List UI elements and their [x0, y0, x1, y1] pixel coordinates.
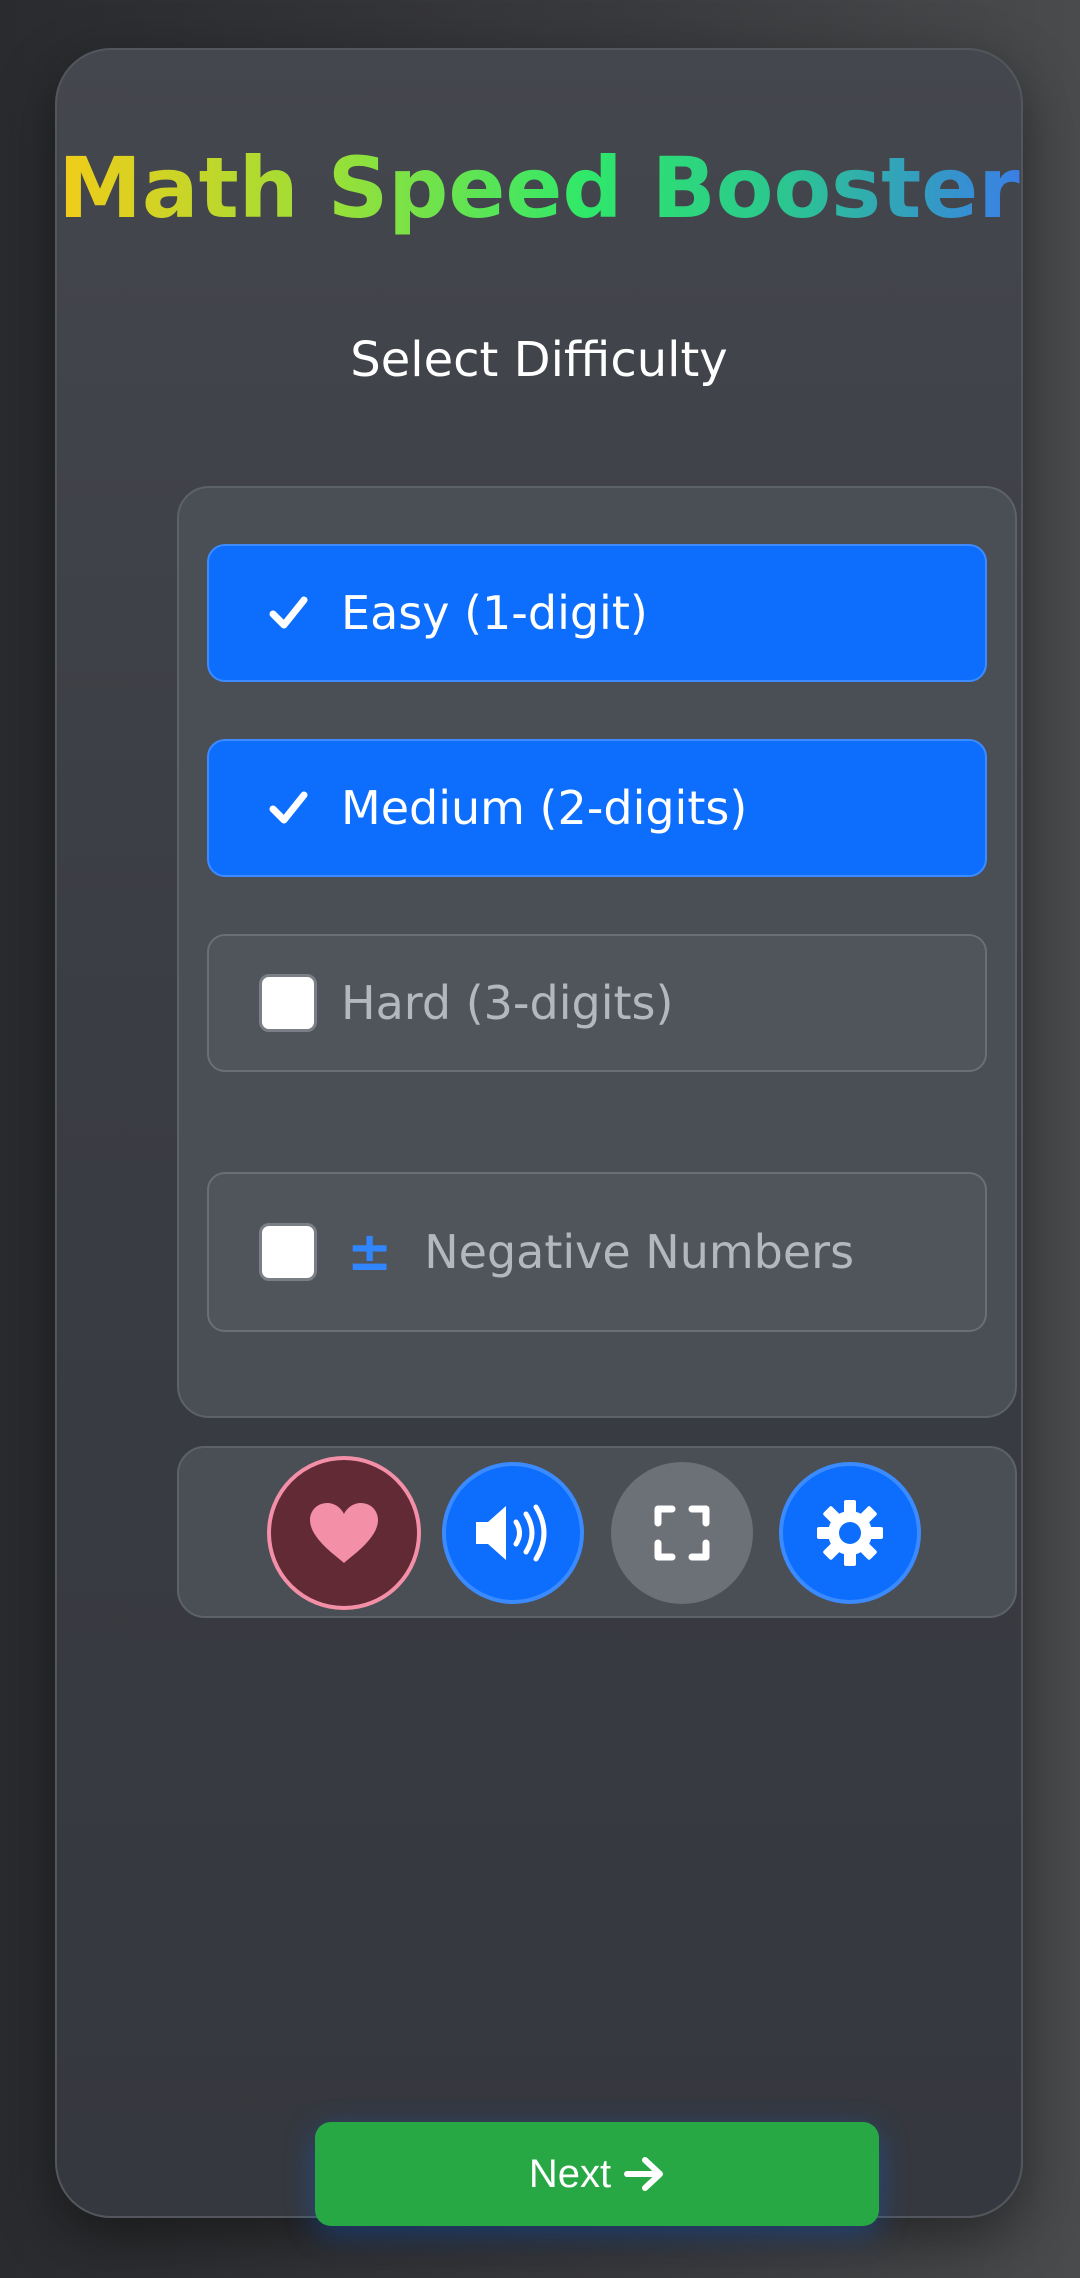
next-button-label: Next — [528, 2152, 612, 2196]
plus-minus-icon: ± — [347, 1220, 393, 1283]
hard-checkbox[interactable] — [259, 974, 317, 1032]
easy-checkbox[interactable] — [259, 584, 317, 642]
option-hard[interactable]: Hard (3-digits) — [207, 934, 987, 1072]
main-card: Math Speed Booster Select Difficulty Eas… — [55, 48, 1023, 2226]
toolbar — [177, 1446, 1017, 1618]
fullscreen-button[interactable] — [611, 1462, 753, 1604]
option-easy-label: Easy (1-digit) — [341, 586, 648, 640]
option-negative-numbers[interactable]: ± Negative Numbers — [207, 1172, 987, 1332]
app-title: Math Speed Booster — [57, 128, 1021, 248]
check-icon — [269, 791, 308, 824]
medium-checkbox[interactable] — [259, 779, 317, 837]
sound-toggle-button[interactable] — [442, 1462, 584, 1604]
next-button[interactable]: Next — [315, 2122, 879, 2226]
check-icon — [269, 596, 308, 629]
favorite-button[interactable] — [267, 1456, 421, 1610]
fullscreen-icon — [654, 1505, 710, 1561]
option-hard-label: Hard (3-digits) — [341, 976, 674, 1030]
difficulty-options-panel: Easy (1-digit) Medium (2-digits) Hard (3… — [177, 486, 1017, 1418]
arrow-right-icon — [623, 2155, 665, 2193]
volume-icon — [476, 1504, 547, 1562]
option-medium-label: Medium (2-digits) — [341, 781, 748, 835]
heart-icon — [310, 1503, 378, 1563]
difficulty-heading: Select Difficulty — [350, 332, 728, 388]
negative-numbers-checkbox[interactable] — [259, 1223, 317, 1281]
settings-button[interactable] — [779, 1462, 921, 1604]
negative-numbers-label: Negative Numbers — [424, 1225, 855, 1279]
gear-icon — [817, 1500, 883, 1566]
option-medium[interactable]: Medium (2-digits) — [207, 739, 987, 877]
option-easy[interactable]: Easy (1-digit) — [207, 544, 987, 682]
